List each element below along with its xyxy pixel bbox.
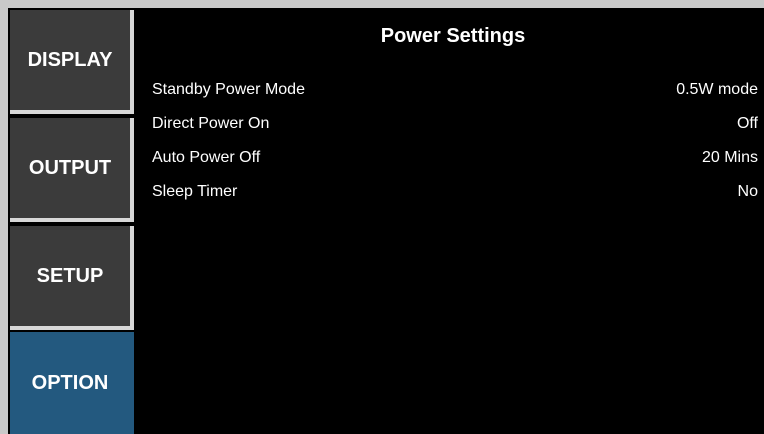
settings-panel: Power Settings Standby Power Mode 0.5W m…: [142, 8, 764, 434]
tab-option-label: OPTION: [31, 371, 109, 394]
tab-output[interactable]: OUTPUT: [10, 118, 134, 222]
setting-row-auto-power-off[interactable]: Auto Power Off 20 Mins: [152, 143, 758, 173]
setting-row-direct-power-on[interactable]: Direct Power On Off: [152, 109, 758, 139]
sidebar: DISPLAY OUTPUT SETUP OPTION: [8, 8, 138, 434]
setting-value: Off: [736, 115, 758, 132]
tab-display-label: DISPLAY: [27, 48, 113, 71]
tab-option[interactable]: OPTION: [10, 332, 134, 434]
setting-label: Direct Power On: [152, 115, 270, 132]
tab-output-label: OUTPUT: [28, 156, 112, 179]
setting-row-standby-power-mode[interactable]: Standby Power Mode 0.5W mode: [152, 75, 758, 105]
setting-label: Auto Power Off: [152, 149, 261, 166]
setting-label: Standby Power Mode: [152, 81, 305, 98]
setting-value: No: [737, 183, 758, 200]
page-title: Power Settings: [380, 25, 526, 47]
setting-value: 20 Mins: [701, 149, 758, 166]
tab-setup[interactable]: SETUP: [10, 226, 134, 330]
setting-label: Sleep Timer: [152, 183, 238, 200]
tab-setup-label: SETUP: [36, 264, 104, 287]
tab-display[interactable]: DISPLAY: [10, 10, 134, 114]
setting-row-sleep-timer[interactable]: Sleep Timer No: [152, 177, 758, 207]
setting-value: 0.5W mode: [676, 81, 758, 98]
